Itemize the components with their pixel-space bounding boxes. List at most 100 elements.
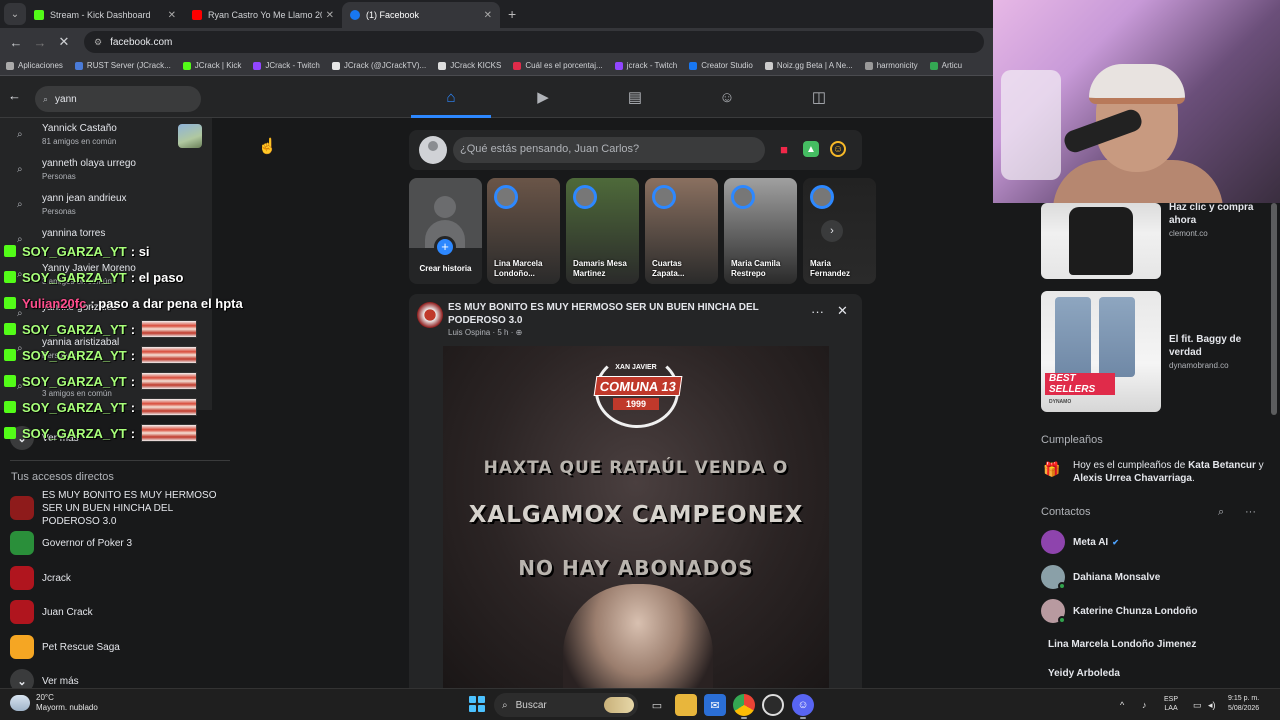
shortcut-item[interactable]: Governor of Poker 3 (10, 529, 230, 557)
tab-youtube[interactable]: Ryan Castro Yo Me Llamo 2026 ✕ (184, 2, 342, 28)
new-tab-button[interactable]: + (508, 6, 516, 22)
right-column-scrollbar[interactable] (1271, 203, 1277, 415)
shortcut-item[interactable]: ES MUY BONITO ES MUY HERMOSO SER UN BUEN… (10, 490, 230, 527)
story-card[interactable]: Maria Camila Restrepo (724, 178, 797, 284)
bookmark-item[interactable]: Articu (929, 61, 962, 70)
post-time[interactable]: 5 h (497, 328, 508, 337)
tab-facebook[interactable]: (1) Facebook ✕ (342, 2, 500, 28)
more-options-icon[interactable]: ··· (1245, 506, 1256, 518)
contact-item[interactable]: Yeidy Arboleda (1048, 660, 1120, 686)
discord-icon[interactable]: ☺ (792, 694, 814, 719)
story-card[interactable]: Cuartas Zapata... (645, 178, 718, 284)
microphone-tray-icon[interactable]: ♪ (1142, 689, 1147, 720)
sponsored-ad-image[interactable]: BEST SELLERS DYNAMO (1041, 291, 1161, 412)
jeans-image (1055, 297, 1091, 377)
forward-icon[interactable]: → (28, 35, 52, 50)
feeling-icon[interactable]: ☺ (830, 141, 846, 157)
contact-avatar (1041, 565, 1066, 590)
post-author[interactable]: Luis Ospina (448, 328, 490, 337)
contact-item[interactable]: Lina Marcela Londoño Jimenez (1048, 631, 1196, 657)
back-icon[interactable]: ← (4, 35, 28, 50)
bookmark-item[interactable]: Cuál es el porcentaj... (513, 61, 603, 70)
video-icon[interactable]: ▶ (497, 76, 589, 118)
composer-input[interactable]: ¿Qué estás pensando, Juan Carlos? (453, 137, 765, 163)
network-icon[interactable]: ▭ (1193, 689, 1202, 720)
site-settings-icon[interactable]: ⚙ (94, 37, 102, 48)
sponsored-ad-text[interactable]: Haz clic y compra ahora clemont.co (1169, 201, 1269, 238)
address-bar[interactable]: ⚙ facebook.com (84, 31, 984, 53)
more-options-icon[interactable]: ··· (811, 304, 824, 319)
story-name: Maria Fernandez (810, 259, 851, 278)
gaming-icon[interactable]: ◫ (773, 76, 865, 118)
stop-loading-icon[interactable]: ✕ (52, 34, 76, 50)
home-icon[interactable]: ⌂ (405, 76, 497, 118)
user-avatar[interactable] (419, 136, 447, 164)
shortcut-item[interactable]: Pet Rescue Saga (10, 633, 230, 661)
post-author-avatar[interactable] (417, 302, 443, 328)
windows-start-icon[interactable] (469, 696, 485, 712)
taskbar-search-label: Buscar (515, 699, 547, 711)
birthday-name[interactable]: Alexis Urrea Chavarriaga (1073, 473, 1192, 484)
stories-next-icon[interactable]: › (821, 220, 843, 242)
birthday-name[interactable]: Kata Betancur (1188, 460, 1256, 471)
bookmark-label: JCrack KICKS (450, 61, 502, 70)
search-result-item[interactable]: ⌕ yanneth olaya urrego Personas (0, 155, 212, 189)
volume-icon[interactable]: ◂) (1208, 689, 1216, 720)
mouse-cursor-icon: ☝ (258, 138, 277, 155)
post-group-title[interactable]: ES MUY BONITO ES MUY HERMOSO SER UN BUEN… (448, 301, 798, 327)
search-contacts-icon[interactable]: ⌕ (1218, 506, 1224, 519)
contact-item[interactable]: Meta AI ✔ (1041, 529, 1119, 555)
file-explorer-icon[interactable] (675, 694, 697, 716)
weather-widget[interactable]: 20°C Mayorm. nublado (10, 693, 98, 713)
facebook-search-input[interactable]: ⌕ yann (35, 86, 201, 112)
shortcut-item[interactable]: Jcrack (10, 564, 230, 592)
tab-search-button[interactable]: ⌄ (4, 3, 26, 25)
close-tab-icon[interactable]: ✕ (168, 10, 176, 21)
photo-icon[interactable]: ▲ (803, 141, 819, 157)
bookmark-item[interactable]: jcrack - Twitch (614, 61, 677, 70)
shortcut-item[interactable]: Juan Crack (10, 598, 230, 626)
chat-text: : (130, 347, 136, 363)
bookmark-item[interactable]: JCrack KICKS (438, 61, 501, 70)
webcam-chair (1001, 70, 1061, 180)
sponsored-ad-text[interactable]: El fit. Baggy de verdad dynamobrand.co (1169, 333, 1269, 370)
search-result-item[interactable]: ⌕ yann jean andrieux Personas (0, 190, 212, 224)
search-result-item[interactable]: ⌕ Yannick Castaño 81 amigos en común (0, 120, 212, 154)
stories-tray: + Crear historia Lina Marcela Londoño...… (409, 178, 876, 284)
language-indicator[interactable]: ESP LAA (1164, 695, 1178, 713)
contact-item[interactable]: Dahiana Monsalve (1041, 564, 1160, 590)
mail-icon[interactable]: ✉ (704, 694, 726, 716)
story-card[interactable]: Damaris Mesa Martinez (566, 178, 639, 284)
contact-item[interactable]: Katerine Chunza Londoño (1041, 598, 1197, 624)
search-back-icon[interactable]: ← (8, 88, 21, 103)
bookmark-item[interactable]: Creator Studio (689, 61, 753, 70)
live-video-icon[interactable]: ■ (776, 141, 792, 157)
show-hidden-icons[interactable]: ^ (1120, 689, 1124, 720)
chat-text: : (130, 373, 136, 389)
bookmark-item[interactable]: JCrack | Kick (182, 61, 241, 70)
task-view-icon[interactable]: ▭ (646, 694, 668, 716)
shortcut-icon (10, 600, 34, 624)
bookmark-label: harmonicity (876, 61, 918, 70)
create-story-card[interactable]: + Crear historia (409, 178, 482, 284)
bookmark-item[interactable]: JCrack - Twitch (253, 61, 320, 70)
bookmark-item[interactable]: Noiz.gg Beta | A Ne... (764, 61, 853, 70)
sponsored-ad-image[interactable] (1041, 203, 1161, 279)
hide-post-icon[interactable]: ✕ (837, 303, 848, 319)
tab-kick-dashboard[interactable]: Stream - Kick Dashboard ✕ (26, 2, 184, 28)
shortcut-label: Jcrack (42, 572, 71, 584)
marketplace-icon[interactable]: ▤ (589, 76, 681, 118)
bookmark-item[interactable]: JCrack (@JCrackTV)... (331, 61, 426, 70)
obs-icon[interactable] (762, 694, 784, 716)
chrome-icon[interactable] (733, 694, 755, 719)
close-tab-icon[interactable]: ✕ (326, 10, 334, 21)
story-card[interactable]: Lina Marcela Londoño... (487, 178, 560, 284)
bookmark-item[interactable]: harmonicity (864, 61, 918, 70)
bookmark-item[interactable]: Aplicaciones (6, 61, 63, 70)
close-tab-icon[interactable]: ✕ (484, 10, 492, 21)
post-image[interactable]: XAN JAVIER COMUNA 13 1999 HAXTA QUE RATA… (443, 346, 829, 688)
taskbar-search[interactable]: ⌕ Buscar (494, 693, 638, 717)
bookmark-item[interactable]: RUST Server (JCrack... (74, 61, 171, 70)
groups-icon[interactable]: ☺ (681, 76, 773, 118)
taskbar-clock[interactable]: 9:15 p. m. 5/08/2026 (1228, 694, 1259, 714)
